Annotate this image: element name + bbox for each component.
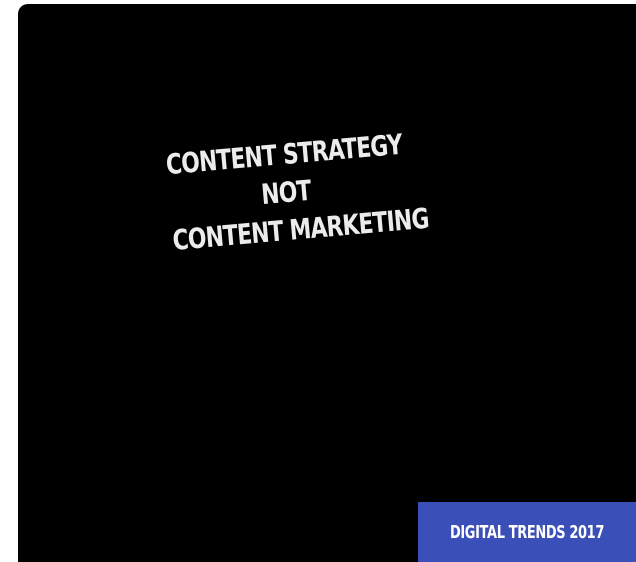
digital-trends-badge: DIGITAL TRENDS 2017 [418, 502, 636, 562]
badge-label: DIGITAL TRENDS 2017 [449, 521, 605, 543]
slide-card: CONTENT STRATEGY NOT CONTENT MARKETING D… [18, 4, 636, 562]
slide-headline: CONTENT STRATEGY NOT CONTENT MARKETING [132, 123, 441, 263]
